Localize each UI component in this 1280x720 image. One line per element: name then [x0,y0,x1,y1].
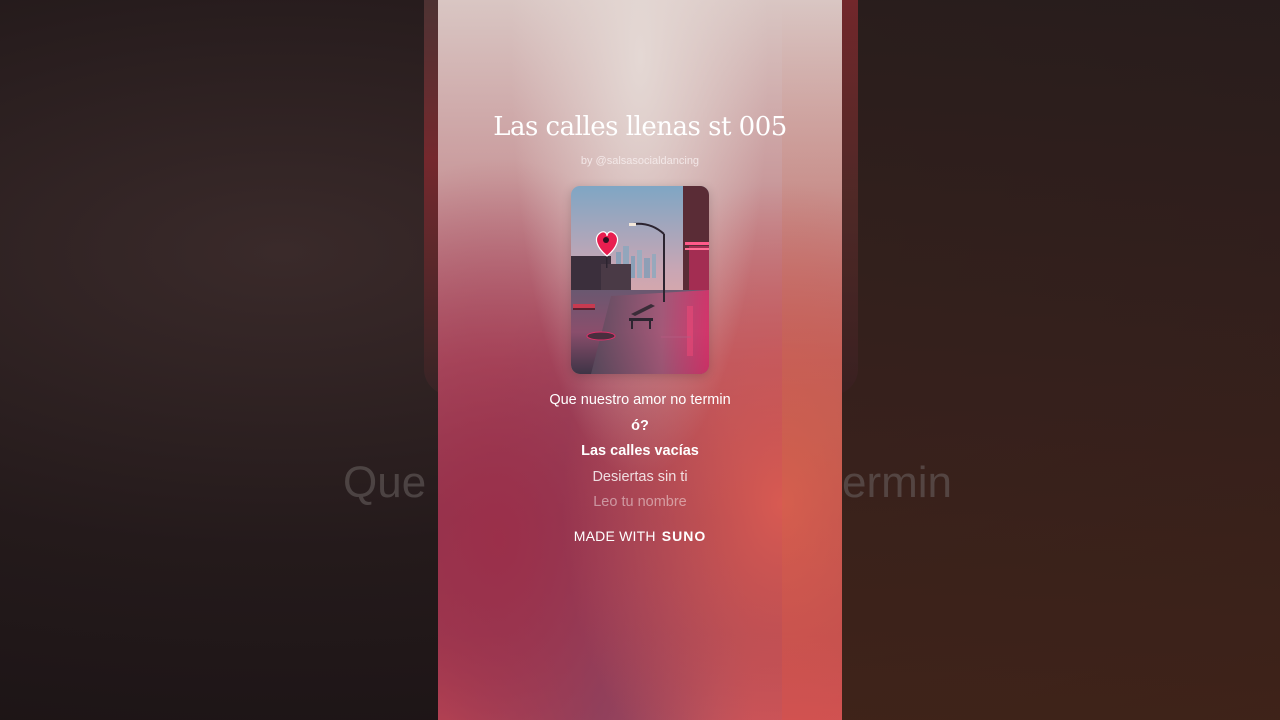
song-artist: by @salsasocialdancing [438,155,842,167]
cover-art [571,186,709,374]
artist-prefix: by [580,155,593,167]
made-with-badge: MADE WITH SUNO [438,528,842,544]
video-frame: Que ermin Las calles llenas st 005 by @sa… [0,0,1280,720]
lyrics-panel: Que nuestro amor no termin ó? Las calles… [438,388,842,516]
lyric-video-panel: Las calles llenas st 005 by @salsasociald… [438,0,842,720]
blurred-backdrop-right [840,0,1280,720]
artist-handle: @salsasocialdancing [595,155,700,167]
lyric-line-past: Que nuestro amor no termin [549,392,731,408]
lyric-line-upcoming-faded: Leo tu nombre [593,494,687,510]
lyric-line-active: Las calles vacías [581,443,699,459]
song-title: Las calles llenas st 005 [493,112,787,142]
lyric-line-upcoming: Desiertas sin ti [592,468,688,485]
background-lyric-right: ermin [842,458,953,507]
background-lyric-left: Que [343,458,427,507]
suno-logo: SUNO [661,528,707,544]
made-with-label: MADE WITH [573,528,656,544]
lyric-line-active-continuation: ó? [631,417,649,434]
